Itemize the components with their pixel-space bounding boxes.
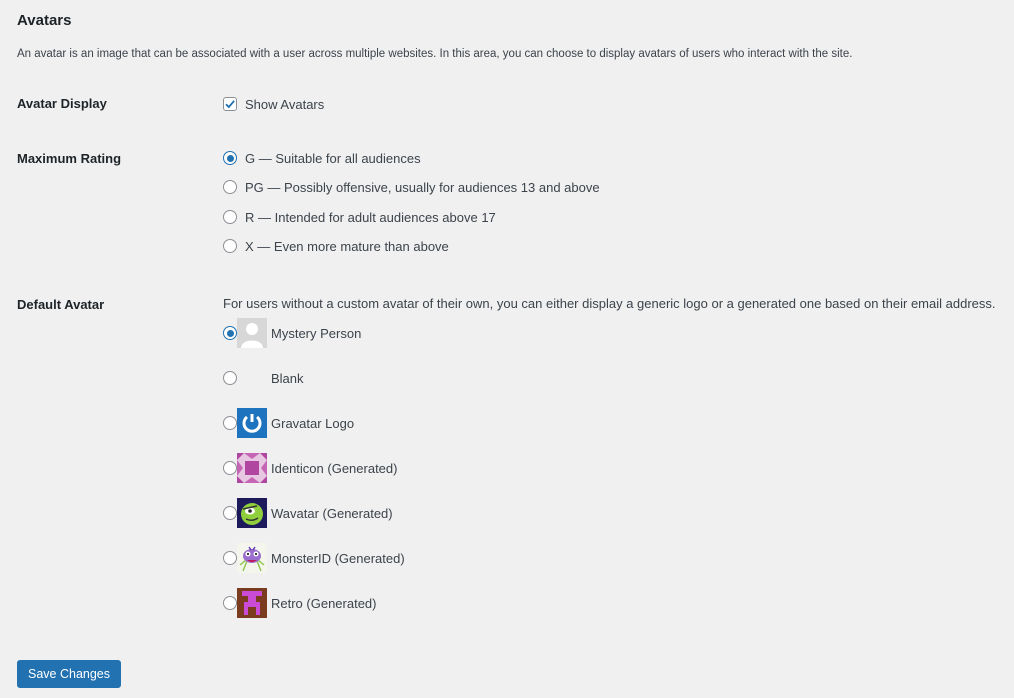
rating-option-g[interactable]: G — Suitable for all audiences [223, 148, 421, 168]
rating-g-radio[interactable] [223, 151, 237, 165]
avatar-option-label: Mystery Person [271, 325, 362, 341]
wavatar-icon [237, 498, 267, 528]
default-avatar-label: Default Avatar [17, 297, 105, 312]
gravatar-logo-icon [237, 408, 267, 438]
checkmark-icon [225, 100, 235, 109]
wavatar-radio[interactable] [223, 506, 237, 520]
rating-option-label: G — Suitable for all audiences [245, 150, 421, 166]
rating-option-r[interactable]: R — Intended for adult audiences above 1… [223, 207, 496, 227]
rating-r-radio[interactable] [223, 210, 237, 224]
mystery-person-icon [237, 318, 267, 348]
rating-option-x[interactable]: X — Even more mature than above [223, 236, 449, 256]
retro-icon [237, 588, 267, 618]
show-avatars-checkbox[interactable] [223, 97, 237, 111]
avatar-option-identicon[interactable]: Identicon (Generated) [223, 453, 397, 483]
monsterid-radio[interactable] [223, 551, 237, 565]
avatar-display-label: Avatar Display [17, 96, 107, 111]
rating-pg-radio[interactable] [223, 180, 237, 194]
rating-option-pg[interactable]: PG — Possibly offensive, usually for aud… [223, 177, 600, 197]
rating-option-label: R — Intended for adult audiences above 1… [245, 209, 496, 225]
avatar-option-mystery[interactable]: Mystery Person [223, 318, 361, 348]
mystery-person-radio[interactable] [223, 326, 237, 340]
monsterid-icon [237, 543, 267, 573]
section-title: Avatars [17, 12, 72, 29]
blank-radio[interactable] [223, 371, 237, 385]
avatar-option-wavatar[interactable]: Wavatar (Generated) [223, 498, 393, 528]
identicon-radio[interactable] [223, 461, 237, 475]
identicon-icon [237, 453, 267, 483]
show-avatars-option[interactable]: Show Avatars [223, 94, 324, 114]
rating-option-label: PG — Possibly offensive, usually for aud… [245, 179, 600, 195]
avatar-option-gravatar[interactable]: Gravatar Logo [223, 408, 354, 438]
gravatar-logo-radio[interactable] [223, 416, 237, 430]
maximum-rating-label: Maximum Rating [17, 151, 122, 166]
avatar-option-blank[interactable]: Blank [223, 363, 304, 393]
avatar-option-label: Gravatar Logo [271, 415, 355, 431]
section-description: An avatar is an image that can be associ… [17, 48, 853, 60]
avatar-option-label: Retro (Generated) [271, 595, 377, 611]
avatar-option-label: MonsterID (Generated) [271, 550, 405, 566]
retro-radio[interactable] [223, 596, 237, 610]
avatar-option-monsterid[interactable]: MonsterID (Generated) [223, 543, 405, 573]
avatar-option-retro[interactable]: Retro (Generated) [223, 588, 377, 618]
rating-option-label: X — Even more mature than above [245, 238, 449, 254]
avatar-option-label: Identicon (Generated) [271, 460, 398, 476]
blank-avatar-icon [237, 363, 267, 393]
rating-x-radio[interactable] [223, 239, 237, 253]
default-avatar-note: For users without a custom avatar of the… [223, 296, 996, 311]
avatar-option-label: Wavatar (Generated) [271, 505, 393, 521]
save-changes-button[interactable]: Save Changes [17, 660, 122, 688]
avatar-option-label: Blank [271, 370, 304, 386]
show-avatars-label: Show Avatars [245, 96, 325, 112]
